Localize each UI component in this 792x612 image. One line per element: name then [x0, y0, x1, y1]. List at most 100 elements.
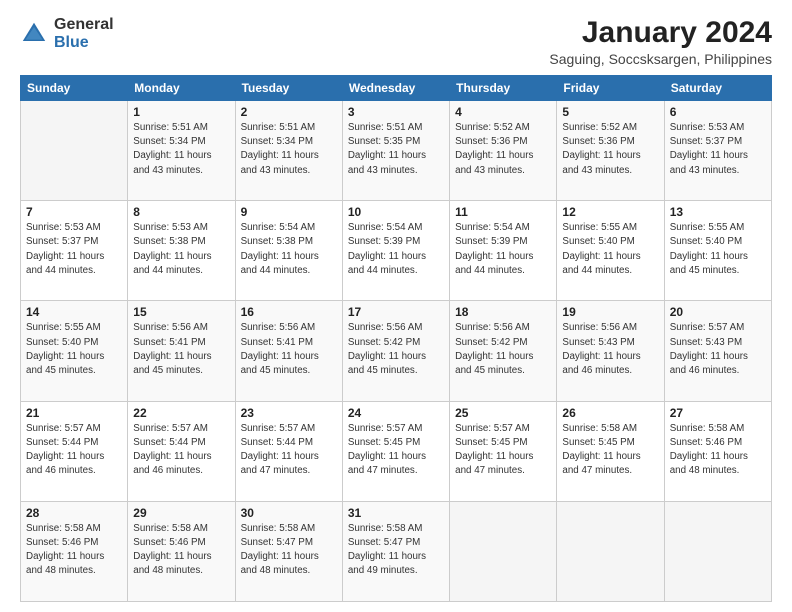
calendar-cell: 5Sunrise: 5:52 AM Sunset: 5:36 PM Daylig…	[557, 101, 664, 201]
calendar-cell: 25 Sunrise: 5:57 AM Sunset: 5:45 PM Dayli…	[450, 401, 557, 501]
day-number: 13	[670, 205, 766, 219]
calendar-cell: 22 Sunrise: 5:57 AM Sunset: 5:44 PM Dayli…	[128, 401, 235, 501]
calendar-cell: 6 Sunrise: 5:53 AM Sunset: 5:37 PM Daylig…	[664, 101, 771, 201]
day-number: 25	[455, 406, 551, 420]
day-number: 29	[133, 506, 229, 520]
calendar-cell: 14 Sunrise: 5:55 AM Sunset: 5:40 PM Dayli…	[21, 301, 128, 401]
logo-text: General Blue	[54, 16, 114, 51]
day-info: Sunrise: 5:57 AM Sunset: 5:43 PM Dayligh…	[670, 321, 766, 378]
logo-icon	[20, 20, 48, 48]
calendar-cell: 17 Sunrise: 5:56 AM Sunset: 5:42 PM Dayli…	[342, 301, 449, 401]
calendar-week-2: 7 Sunrise: 5:53 AM Sunset: 5:37 PM Daylig…	[21, 201, 772, 301]
day-info: Sunrise: 5:58 AM Sunset: 5:47 PM Dayligh…	[241, 522, 337, 579]
day-number: 24	[348, 406, 444, 420]
col-header-friday: Friday	[557, 76, 664, 101]
col-header-wednesday: Wednesday	[342, 76, 449, 101]
day-number: 19	[562, 305, 658, 319]
day-info: Sunrise: 5:58 AM Sunset: 5:47 PM Dayligh…	[348, 522, 444, 579]
calendar-cell: 3 Sunrise: 5:51 AM Sunset: 5:35 PM Daylig…	[342, 101, 449, 201]
day-info: Sunrise: 5:54 AM Sunset: 5:39 PM Dayligh…	[455, 221, 551, 278]
title-block: January 2024 Saguing, Soccsksargen, Phil…	[549, 16, 772, 67]
day-info: Sunrise: 5:53 AM Sunset: 5:37 PM Dayligh…	[26, 221, 122, 278]
day-info: Sunrise: 5:57 AM Sunset: 5:45 PM Dayligh…	[348, 422, 444, 479]
day-info: Sunrise: 5:56 AM Sunset: 5:41 PM Dayligh…	[133, 321, 229, 378]
day-number: 22	[133, 406, 229, 420]
day-info: Sunrise: 5:51 AM Sunset: 5:34 PM Dayligh…	[241, 121, 337, 178]
calendar-cell: 1 Sunrise: 5:51 AM Sunset: 5:34 PM Daylig…	[128, 101, 235, 201]
calendar-cell: 4Sunrise: 5:52 AM Sunset: 5:36 PM Daylig…	[450, 101, 557, 201]
day-number: 3	[348, 105, 444, 119]
calendar-cell: 8Sunrise: 5:53 AM Sunset: 5:38 PM Daylig…	[128, 201, 235, 301]
calendar-header-row: SundayMondayTuesdayWednesdayThursdayFrid…	[21, 76, 772, 101]
day-number: 17	[348, 305, 444, 319]
day-number: 26	[562, 406, 658, 420]
day-number: 27	[670, 406, 766, 420]
day-info: Sunrise: 5:54 AM Sunset: 5:38 PM Dayligh…	[241, 221, 337, 278]
calendar-cell: 30 Sunrise: 5:58 AM Sunset: 5:47 PM Dayli…	[235, 501, 342, 601]
day-info: Sunrise: 5:55 AM Sunset: 5:40 PM Dayligh…	[562, 221, 658, 278]
day-info: Sunrise: 5:51 AM Sunset: 5:34 PM Dayligh…	[133, 121, 229, 178]
day-info: Sunrise: 5:57 AM Sunset: 5:44 PM Dayligh…	[241, 422, 337, 479]
day-number: 16	[241, 305, 337, 319]
logo-general: General	[54, 16, 114, 34]
calendar-cell: 28 Sunrise: 5:58 AM Sunset: 5:46 PM Dayli…	[21, 501, 128, 601]
calendar-cell: 16 Sunrise: 5:56 AM Sunset: 5:41 PM Dayli…	[235, 301, 342, 401]
day-info: Sunrise: 5:55 AM Sunset: 5:40 PM Dayligh…	[26, 321, 122, 378]
day-number: 7	[26, 205, 122, 219]
day-number: 21	[26, 406, 122, 420]
calendar-cell: 9 Sunrise: 5:54 AM Sunset: 5:38 PM Daylig…	[235, 201, 342, 301]
day-info: Sunrise: 5:57 AM Sunset: 5:45 PM Dayligh…	[455, 422, 551, 479]
day-info: Sunrise: 5:58 AM Sunset: 5:46 PM Dayligh…	[26, 522, 122, 579]
calendar-cell: 23 Sunrise: 5:57 AM Sunset: 5:44 PM Dayli…	[235, 401, 342, 501]
calendar-cell: 11 Sunrise: 5:54 AM Sunset: 5:39 PM Dayli…	[450, 201, 557, 301]
calendar-cell: 7 Sunrise: 5:53 AM Sunset: 5:37 PM Daylig…	[21, 201, 128, 301]
day-number: 11	[455, 205, 551, 219]
day-info: Sunrise: 5:56 AM Sunset: 5:42 PM Dayligh…	[455, 321, 551, 378]
subtitle: Saguing, Soccsksargen, Philippines	[549, 51, 772, 67]
main-title: January 2024	[549, 16, 772, 49]
day-info: Sunrise: 5:55 AM Sunset: 5:40 PM Dayligh…	[670, 221, 766, 278]
day-info: Sunrise: 5:51 AM Sunset: 5:35 PM Dayligh…	[348, 121, 444, 178]
calendar-table: SundayMondayTuesdayWednesdayThursdayFrid…	[20, 75, 772, 602]
logo-blue: Blue	[54, 34, 114, 52]
day-info: Sunrise: 5:53 AM Sunset: 5:38 PM Dayligh…	[133, 221, 229, 278]
day-number: 28	[26, 506, 122, 520]
calendar-cell	[450, 501, 557, 601]
calendar-cell: 26Sunrise: 5:58 AM Sunset: 5:45 PM Dayli…	[557, 401, 664, 501]
calendar-cell: 20 Sunrise: 5:57 AM Sunset: 5:43 PM Dayli…	[664, 301, 771, 401]
day-info: Sunrise: 5:56 AM Sunset: 5:42 PM Dayligh…	[348, 321, 444, 378]
calendar-cell	[664, 501, 771, 601]
day-info: Sunrise: 5:53 AM Sunset: 5:37 PM Dayligh…	[670, 121, 766, 178]
col-header-sunday: Sunday	[21, 76, 128, 101]
day-number: 10	[348, 205, 444, 219]
day-info: Sunrise: 5:56 AM Sunset: 5:41 PM Dayligh…	[241, 321, 337, 378]
day-number: 12	[562, 205, 658, 219]
day-info: Sunrise: 5:56 AM Sunset: 5:43 PM Dayligh…	[562, 321, 658, 378]
day-number: 9	[241, 205, 337, 219]
calendar-cell	[21, 101, 128, 201]
calendar-cell: 27 Sunrise: 5:58 AM Sunset: 5:46 PM Dayli…	[664, 401, 771, 501]
day-number: 1	[133, 105, 229, 119]
header: General Blue January 2024 Saguing, Soccs…	[20, 16, 772, 67]
calendar-cell: 29 Sunrise: 5:58 AM Sunset: 5:46 PM Dayli…	[128, 501, 235, 601]
day-info: Sunrise: 5:52 AM Sunset: 5:36 PM Dayligh…	[455, 121, 551, 178]
day-number: 23	[241, 406, 337, 420]
day-info: Sunrise: 5:54 AM Sunset: 5:39 PM Dayligh…	[348, 221, 444, 278]
calendar-cell: 31Sunrise: 5:58 AM Sunset: 5:47 PM Dayli…	[342, 501, 449, 601]
day-info: Sunrise: 5:58 AM Sunset: 5:46 PM Dayligh…	[133, 522, 229, 579]
day-number: 20	[670, 305, 766, 319]
col-header-thursday: Thursday	[450, 76, 557, 101]
day-number: 14	[26, 305, 122, 319]
day-number: 2	[241, 105, 337, 119]
calendar-cell: 18Sunrise: 5:56 AM Sunset: 5:42 PM Dayli…	[450, 301, 557, 401]
day-number: 30	[241, 506, 337, 520]
calendar-cell: 15Sunrise: 5:56 AM Sunset: 5:41 PM Dayli…	[128, 301, 235, 401]
day-info: Sunrise: 5:57 AM Sunset: 5:44 PM Dayligh…	[133, 422, 229, 479]
calendar-cell: 2 Sunrise: 5:51 AM Sunset: 5:34 PM Daylig…	[235, 101, 342, 201]
day-info: Sunrise: 5:52 AM Sunset: 5:36 PM Dayligh…	[562, 121, 658, 178]
calendar-week-5: 28 Sunrise: 5:58 AM Sunset: 5:46 PM Dayli…	[21, 501, 772, 601]
col-header-tuesday: Tuesday	[235, 76, 342, 101]
calendar-cell: 13 Sunrise: 5:55 AM Sunset: 5:40 PM Dayli…	[664, 201, 771, 301]
day-number: 6	[670, 105, 766, 119]
day-info: Sunrise: 5:58 AM Sunset: 5:46 PM Dayligh…	[670, 422, 766, 479]
